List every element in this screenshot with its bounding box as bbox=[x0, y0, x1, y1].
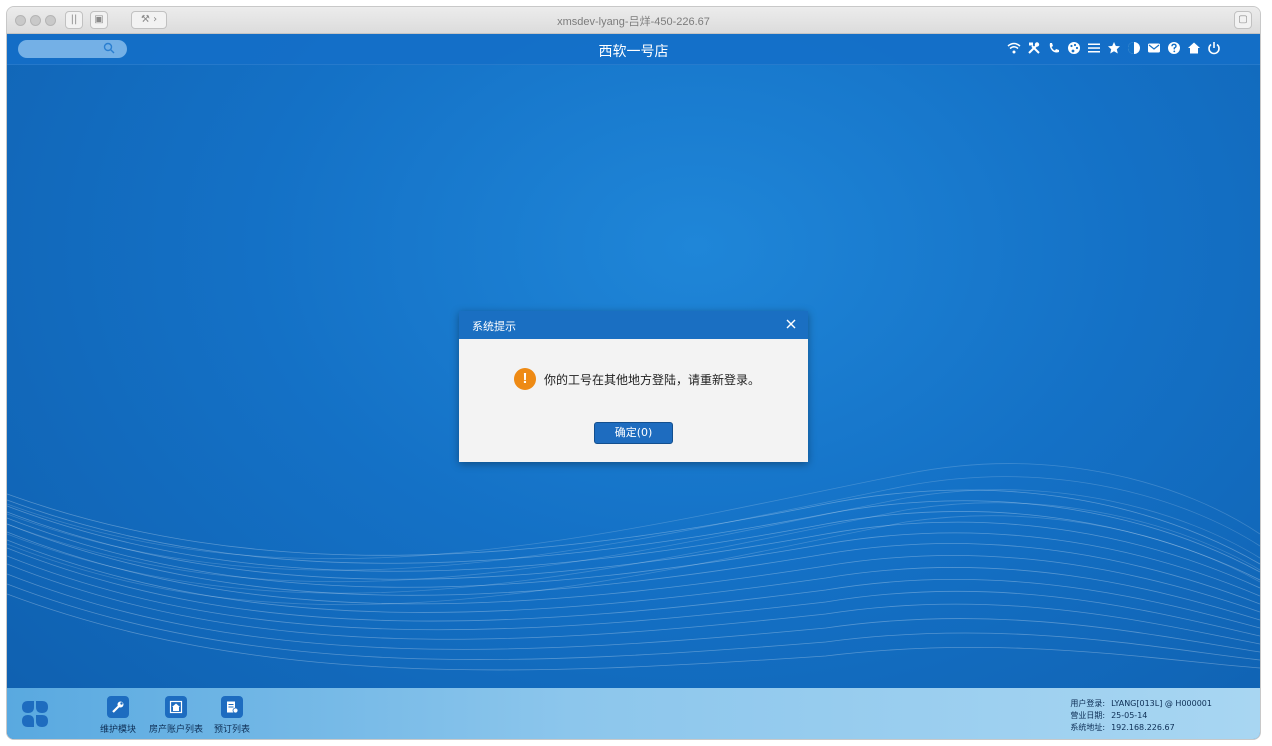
system-address-value: 192.168.226.67 bbox=[1111, 723, 1175, 732]
system-info: 用户登录: LYANG[013L] @ H000001 营业日期: 25-05-14… bbox=[1070, 698, 1212, 734]
bottom-dock: 维护模块 房产账户列表 预订列表 用户登录: LYANG[013L] @ H000… bbox=[7, 688, 1260, 739]
title-bar: || ▣ ⚒ › xmsdev-lyang-吕烊-450-226.67 ▢ bbox=[7, 7, 1260, 34]
toolbar bbox=[1006, 41, 1222, 59]
dialog-header: 系统提示 bbox=[459, 311, 808, 339]
dialog-message-row: ! 你的工号在其他地方登陆，请重新登录。 bbox=[514, 368, 760, 390]
tools-icon[interactable] bbox=[1026, 41, 1042, 57]
app-menu-icon[interactable] bbox=[21, 700, 49, 728]
document-icon bbox=[221, 696, 243, 718]
wrench-icon bbox=[107, 696, 129, 718]
system-alert-dialog: 系统提示 ! 你的工号在其他地方登陆，请重新登录。 确定(0) bbox=[459, 311, 808, 462]
window-title: xmsdev-lyang-吕烊-450-226.67 bbox=[557, 16, 710, 28]
phone-icon[interactable] bbox=[1046, 41, 1062, 57]
business-date-value: 25-05-14 bbox=[1111, 711, 1148, 720]
dock-item-label: 房产账户列表 bbox=[149, 725, 204, 735]
power-icon[interactable] bbox=[1206, 41, 1222, 57]
app-area: 西软一号店 系统提示 ! 你的工号在其他地方登陆，请重新登录。 确定(0) 维护… bbox=[7, 34, 1260, 739]
window-toggle-icon[interactable]: ▢ bbox=[1234, 11, 1252, 29]
dock-item-reservations[interactable]: 预订列表 bbox=[214, 696, 250, 735]
house-icon bbox=[165, 696, 187, 718]
business-date-label: 营业日期: bbox=[1070, 711, 1106, 720]
star-icon[interactable] bbox=[1106, 41, 1122, 57]
dock-item-label: 预订列表 bbox=[214, 725, 251, 735]
wifi-icon[interactable] bbox=[1006, 41, 1022, 57]
top-bar: 西软一号店 bbox=[7, 34, 1260, 65]
palette-icon[interactable] bbox=[1066, 41, 1082, 57]
mail-icon[interactable] bbox=[1146, 41, 1162, 57]
system-address-label: 系统地址: bbox=[1070, 723, 1106, 732]
list-icon[interactable] bbox=[1086, 41, 1102, 57]
home-icon[interactable] bbox=[1186, 41, 1202, 57]
dock-item-maintenance[interactable]: 维护模块 bbox=[100, 696, 136, 735]
contrast-icon[interactable] bbox=[1126, 41, 1142, 57]
help-icon[interactable] bbox=[1166, 41, 1182, 57]
app-window: || ▣ ⚒ › xmsdev-lyang-吕烊-450-226.67 ▢ 西软… bbox=[6, 6, 1261, 740]
dock-item-house-accounts[interactable]: 房产账户列表 bbox=[149, 696, 203, 735]
warning-icon: ! bbox=[514, 368, 536, 390]
user-login-label: 用户登录: bbox=[1070, 699, 1106, 708]
dialog-title: 系统提示 bbox=[472, 320, 516, 333]
close-icon[interactable] bbox=[784, 317, 798, 331]
user-login-value: LYANG[013L] @ H000001 bbox=[1111, 699, 1212, 708]
dock-item-label: 维护模块 bbox=[100, 725, 137, 735]
dialog-message: 你的工号在其他地方登陆，请重新登录。 bbox=[544, 372, 761, 387]
confirm-button[interactable]: 确定(0) bbox=[594, 422, 673, 444]
